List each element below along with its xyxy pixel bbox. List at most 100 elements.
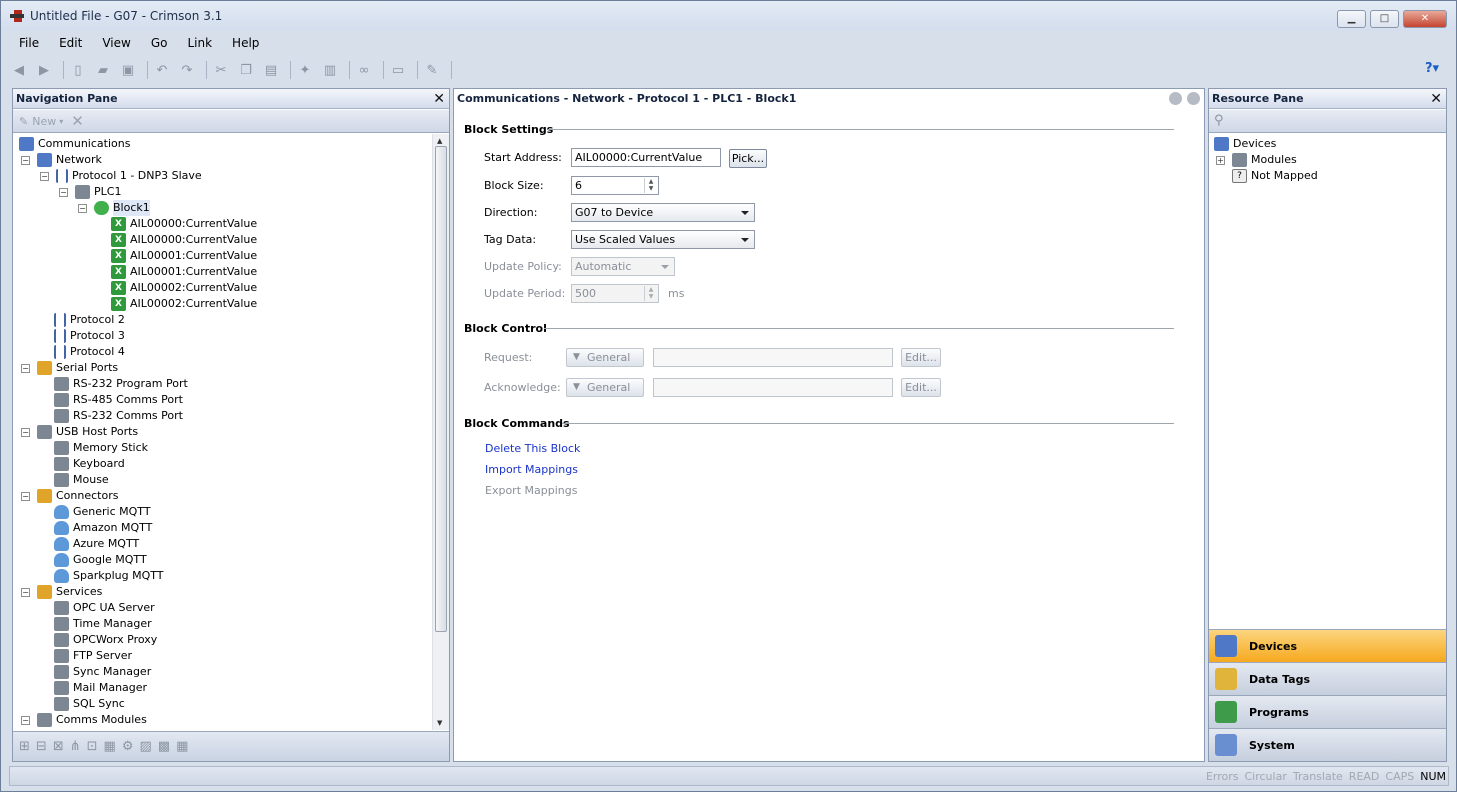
new-item-button[interactable]: New	[32, 115, 56, 128]
resource-modules-node[interactable]: + Modules	[1216, 152, 1297, 168]
tree-item[interactable]: − Connectors	[21, 488, 118, 504]
tag-data-select[interactable]: Use Scaled Values	[571, 230, 755, 249]
log-category-icon[interactable]: ⚙	[122, 739, 134, 754]
network-category-icon[interactable]: ⋔	[70, 739, 81, 754]
comms-category-icon[interactable]: ⊞	[19, 739, 30, 754]
back-icon[interactable]: ◀	[9, 61, 29, 79]
tab-data-tags[interactable]: Data Tags	[1209, 662, 1446, 695]
tree-item[interactable]: − Services	[21, 584, 102, 600]
tree-item[interactable]: RS-232 Comms Port	[54, 408, 183, 424]
nav-scrollbar[interactable]: ▲ ▼	[432, 134, 449, 730]
search-icon[interactable]: ⚲	[1214, 113, 1224, 128]
modules-category-icon[interactable]: ▦	[176, 739, 188, 754]
menu-link[interactable]: Link	[177, 34, 222, 52]
forward-icon[interactable]: ▶	[34, 61, 54, 79]
help-icon[interactable]: ?▾	[1425, 61, 1449, 79]
start-address-field[interactable]: AIL00000:CurrentValue	[571, 148, 721, 167]
tab-devices[interactable]: Devices	[1209, 629, 1446, 662]
tree-item[interactable]: Keyboard	[54, 456, 125, 472]
tree-item[interactable]: Google MQTT	[54, 552, 147, 568]
tree-item[interactable]: Generic MQTT	[54, 504, 151, 520]
nav-back-icon[interactable]	[1169, 92, 1182, 105]
collapse-icon[interactable]: −	[40, 171, 49, 181]
nav-scroll-thumb[interactable]	[435, 146, 447, 632]
tree-item[interactable]: X AIL00002:CurrentValue	[111, 280, 257, 296]
tree-item[interactable]: Sparkplug MQTT	[54, 568, 163, 584]
tree-item[interactable]: Sync Manager	[54, 664, 151, 680]
menu-go[interactable]: Go	[141, 34, 178, 52]
tree-item[interactable]: RS-485 Comms Port	[54, 392, 183, 408]
tags-category-icon[interactable]: ⊟	[36, 739, 47, 754]
collapse-icon[interactable]: −	[21, 363, 30, 373]
tree-item[interactable]: X AIL00000:CurrentValue	[111, 216, 257, 232]
tree-item[interactable]: Communications	[19, 136, 130, 152]
menu-file[interactable]: File	[9, 34, 49, 52]
tree-item[interactable]: FTP Server	[54, 648, 132, 664]
redo-icon[interactable]: ↷	[177, 61, 197, 79]
menu-help[interactable]: Help	[222, 34, 269, 52]
close-resource-pane-icon[interactable]: ✕	[1430, 90, 1442, 109]
direction-select[interactable]: G07 to Device	[571, 203, 755, 222]
tree-item[interactable]: Mail Manager	[54, 680, 147, 696]
collapse-icon[interactable]: −	[21, 587, 30, 597]
tree-item[interactable]: − USB Host Ports	[21, 424, 138, 440]
collapse-icon[interactable]: −	[21, 155, 30, 165]
programs-category-icon[interactable]: ⊠	[53, 739, 64, 754]
undo-icon[interactable]: ↶	[152, 61, 172, 79]
tab-system[interactable]: System	[1209, 728, 1446, 761]
tab-programs[interactable]: Programs	[1209, 695, 1446, 728]
tree-item[interactable]: − PLC1	[59, 184, 121, 200]
security-category-icon[interactable]: ▨	[139, 739, 151, 754]
tree-item[interactable]: − Network	[21, 152, 102, 168]
tree-item[interactable]: X AIL00001:CurrentValue	[111, 264, 257, 280]
pick-button[interactable]: Pick...	[729, 149, 767, 168]
new-file-icon[interactable]: ▯	[68, 61, 88, 79]
tree-item[interactable]: Amazon MQTT	[54, 520, 152, 536]
block-size-spin-icon[interactable]: ▲ ▼	[644, 178, 657, 193]
menu-edit[interactable]: Edit	[49, 34, 92, 52]
download-icon[interactable]: ▥	[320, 61, 340, 79]
paste-icon[interactable]: ▤	[261, 61, 281, 79]
tree-item[interactable]: − Comms Modules	[21, 712, 147, 728]
tree-item[interactable]: X AIL00000:CurrentValue	[111, 232, 257, 248]
tree-item[interactable]: Protocol 2	[54, 312, 125, 328]
tree-item[interactable]: OPC UA Server	[54, 600, 155, 616]
tree-item[interactable]: Azure MQTT	[54, 536, 139, 552]
cut-icon[interactable]: ✂	[211, 61, 231, 79]
tree-item[interactable]: RS-232 Program Port	[54, 376, 188, 392]
maximize-button[interactable]: □	[1370, 10, 1399, 28]
save-icon[interactable]: ▣	[118, 61, 138, 79]
tree-item[interactable]: Memory Stick	[54, 440, 148, 456]
close-button[interactable]: ✕	[1403, 10, 1447, 28]
pen-icon[interactable]: ✎	[422, 61, 442, 79]
tree-item[interactable]: − Block1	[78, 200, 150, 216]
tree-item[interactable]: OPCWorx Proxy	[54, 632, 157, 648]
new-item-icon[interactable]: ✎	[19, 115, 28, 128]
tree-item[interactable]: X AIL00002:CurrentValue	[111, 296, 257, 312]
new-dropdown-icon[interactable]: ▾	[59, 117, 63, 126]
resource-not-mapped-node[interactable]: ? Not Mapped	[1232, 168, 1318, 184]
translate-category-icon[interactable]: ▩	[158, 739, 170, 754]
close-nav-pane-icon[interactable]: ✕	[433, 90, 445, 109]
collapse-icon[interactable]: −	[21, 427, 30, 437]
tree-item[interactable]: Protocol 4	[54, 344, 125, 360]
tree-item[interactable]: − Serial Ports	[21, 360, 118, 376]
expand-icon[interactable]: +	[1216, 155, 1225, 165]
tree-item[interactable]: Protocol 3	[54, 328, 125, 344]
delete-block-link[interactable]: Delete This Block	[485, 442, 580, 455]
tree-item[interactable]: X AIL00001:CurrentValue	[111, 248, 257, 264]
screen-icon[interactable]: ▭	[388, 61, 408, 79]
display-category-icon[interactable]: ⊡	[87, 739, 98, 754]
delete-item-icon[interactable]: ✕	[71, 112, 84, 130]
import-mappings-link[interactable]: Import Mappings	[485, 463, 578, 476]
wand-icon[interactable]: ✦	[295, 61, 315, 79]
tree-item[interactable]: − Protocol 1 - DNP3 Slave	[40, 168, 202, 184]
resource-devices-node[interactable]: Devices	[1214, 136, 1276, 152]
menu-view[interactable]: View	[92, 34, 140, 52]
open-file-icon[interactable]: ▰	[93, 61, 113, 79]
collapse-icon[interactable]: −	[21, 715, 30, 725]
web-category-icon[interactable]: ▦	[104, 739, 116, 754]
collapse-icon[interactable]: −	[78, 203, 87, 213]
link-icon[interactable]: ∞	[354, 61, 374, 79]
nav-up-icon[interactable]	[1187, 92, 1200, 105]
